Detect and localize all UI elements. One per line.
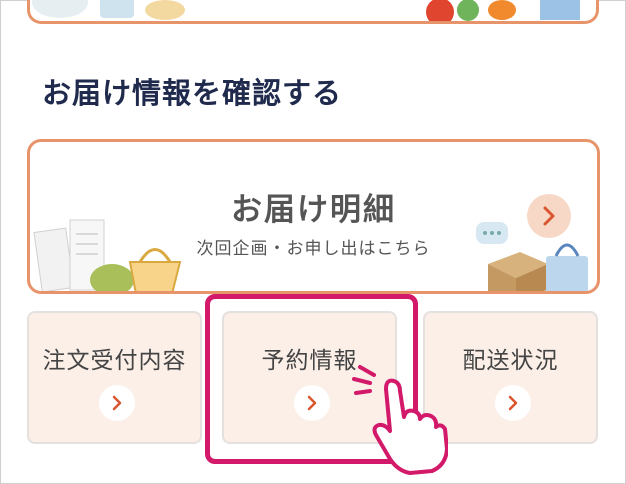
delivery-status-button[interactable]: 配送状況 <box>423 311 598 444</box>
chevron-right-icon <box>495 385 531 421</box>
delivery-details-card[interactable]: お届け明細 次回企画・お申し出はこちら <box>27 139 600 294</box>
grocery-illustration <box>32 0 580 21</box>
tap-hand-icon <box>352 365 448 475</box>
order-received-button[interactable]: 注文受付内容 <box>27 311 202 444</box>
nav-label: 配送状況 <box>462 348 559 374</box>
nav-label: 注文受付内容 <box>42 348 187 374</box>
section-title: お届け情報を確認する <box>42 76 343 110</box>
chevron-right-icon <box>99 385 135 421</box>
package-bag-illustration <box>476 222 588 291</box>
top-banner-card[interactable] <box>27 0 599 24</box>
